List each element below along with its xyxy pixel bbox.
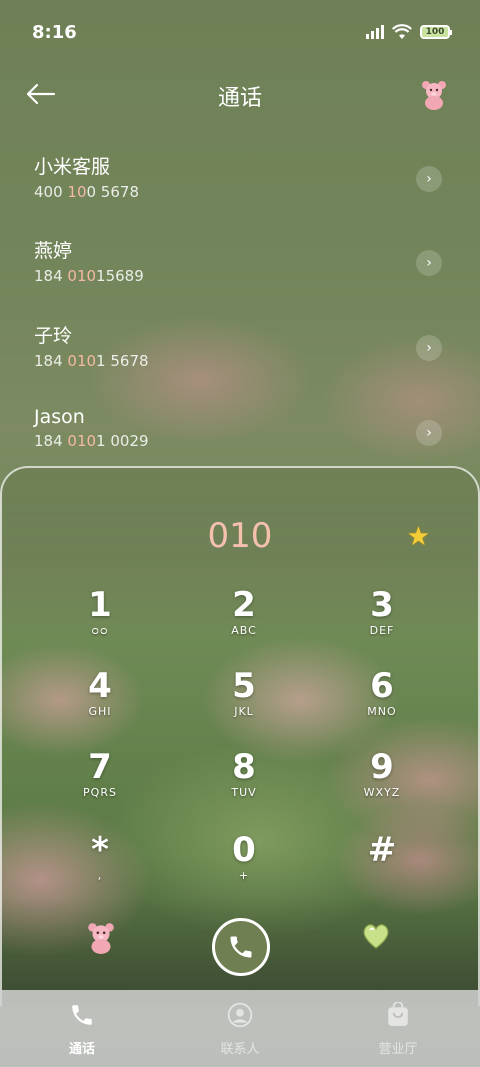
bear-icon[interactable] — [84, 920, 118, 954]
key-8[interactable]: 8 TUV — [184, 748, 304, 818]
tab-contacts-label: 联系人 — [220, 1042, 260, 1057]
bear-icon[interactable] — [418, 78, 450, 110]
tab-calls-label: 通话 — [68, 1042, 95, 1057]
chevron-right-icon[interactable]: › — [416, 166, 442, 192]
signal-icon — [366, 25, 384, 39]
header: 通话 — [0, 70, 480, 120]
key-4[interactable]: 4 GHI — [40, 667, 160, 737]
page-title: 通话 — [217, 86, 262, 111]
chevron-right-icon[interactable]: › — [416, 250, 442, 276]
contact-row[interactable]: 子玲 184 0101 5678 › — [34, 321, 444, 381]
key-3[interactable]: 3 DEF — [322, 586, 442, 656]
phone-icon — [230, 936, 252, 958]
contact-row[interactable]: Jason 184 0101 0029 › — [34, 406, 444, 466]
key-5[interactable]: 5 JKL — [184, 667, 304, 737]
status-icons: 100 — [366, 24, 452, 40]
heart-icon[interactable] — [360, 920, 392, 952]
contact-number: 400 100 5678 — [34, 183, 139, 201]
dialer-screen: 8:16 100 通话 小米客服 400 100 5678 › 燕婷 184 0… — [0, 0, 480, 1067]
key-star[interactable]: *, — [40, 831, 160, 901]
contact-number: 184 0101 5678 — [34, 352, 149, 370]
contact-row[interactable]: 燕婷 184 01015689 › — [34, 236, 444, 296]
chevron-right-icon[interactable]: › — [416, 335, 442, 361]
phone-icon — [72, 1005, 92, 1025]
contact-name: 小米客服 — [34, 156, 111, 178]
key-2[interactable]: 2 ABC — [184, 586, 304, 656]
shop-bag-icon — [388, 1001, 408, 1026]
key-hash[interactable]: # — [322, 831, 442, 901]
star-icon[interactable]: ★ — [407, 522, 430, 552]
key-1[interactable]: 1 ᴑᴑ — [40, 586, 160, 656]
tab-calls[interactable]: 通话 — [27, 1002, 137, 1057]
dialpad: 010 ★ 1 ᴑᴑ 2 ABC 3 DEF 4 GHI 5 JKL 6 MNO 7 PQRS… — [0, 466, 480, 1006]
contact-number: 184 01015689 — [34, 267, 144, 285]
key-6[interactable]: 6 MNO — [322, 667, 442, 737]
chevron-right-icon[interactable]: › — [416, 420, 442, 446]
tab-service[interactable]: 营业厅 — [343, 1001, 453, 1057]
contact-name: 燕婷 — [34, 240, 73, 262]
tab-contacts[interactable]: 联系人 — [185, 1002, 295, 1057]
key-0[interactable]: 0 + — [184, 831, 304, 901]
tab-service-label: 营业厅 — [378, 1042, 418, 1057]
battery-icon: 100 — [420, 25, 452, 39]
contact-number: 184 0101 0029 — [34, 432, 149, 450]
status-time: 8:16 — [32, 22, 77, 43]
contact-name: 子玲 — [34, 325, 73, 347]
contact-row[interactable]: 小米客服 400 100 5678 › — [34, 152, 444, 212]
contact-name: Jason — [34, 406, 85, 428]
key-9[interactable]: 9 WXYZ — [322, 748, 442, 818]
call-button[interactable] — [212, 918, 270, 976]
bottom-nav: 通话 联系人 营业厅 — [0, 990, 480, 1067]
wifi-icon — [392, 24, 412, 39]
person-icon — [227, 1002, 253, 1028]
status-bar: 8:16 100 — [0, 0, 480, 60]
key-7[interactable]: 7 PQRS — [40, 748, 160, 818]
